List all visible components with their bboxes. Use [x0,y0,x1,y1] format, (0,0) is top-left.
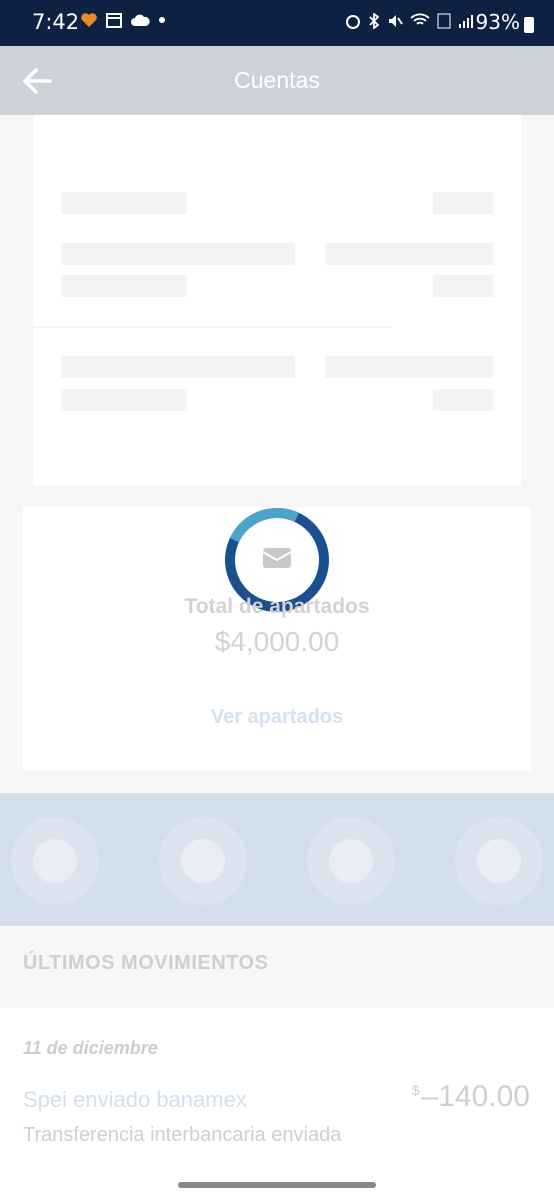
quick-action-button[interactable] [455,817,543,905]
skeleton-divider [33,326,391,328]
skeleton-line [433,192,493,214]
movements-title: ÚLTIMOS MOVIMIENTOS [23,952,269,974]
status-time: 7:42 [32,10,80,34]
signal-icon [459,15,473,28]
movement-title: Spei enviado banamex [23,1087,247,1112]
wifi-icon [410,13,430,25]
cloud-icon [131,14,150,26]
quick-action-icon [329,839,373,883]
dot-icon [159,17,165,23]
battery-icon [524,17,534,33]
savings-total-label: Total de apartados [184,595,370,618]
quick-action-button[interactable] [307,817,395,905]
status-bar: 7:42 93% [0,0,554,46]
volte-icon [437,13,451,29]
skeleton-line [325,243,493,265]
skeleton-line [433,275,493,297]
movement-subtitle: Transferencia interbancaria enviada [23,1124,342,1146]
heart-icon [81,13,97,27]
skeleton-line [61,356,295,378]
skeleton-line [433,389,493,411]
envelope-icon [262,548,292,568]
skeleton-line [61,389,187,411]
skeleton-line [325,356,493,378]
bluetooth-icon [369,13,380,29]
battery-percent: 93% [475,10,520,34]
movement-currency: $ [411,1082,420,1098]
quick-action-icon [33,839,77,883]
skeleton-line [61,243,295,265]
view-savings-link[interactable]: Ver apartados [0,706,554,729]
calendar-icon [106,13,122,28]
savings-total-amount: $4,000.00 [214,626,340,657]
movement-amount-value: –140.00 [421,1080,530,1113]
skeleton-line [61,192,187,214]
app-bar: Cuentas [0,46,554,115]
mute-icon [389,15,403,27]
skeleton-card [33,115,521,485]
home-indicator[interactable] [178,1182,376,1188]
page-title: Cuentas [234,67,320,93]
quick-action-button[interactable] [11,817,99,905]
skeleton-line [61,275,187,297]
quick-action-button[interactable] [159,817,247,905]
quick-action-icon [181,839,225,883]
movement-amount: $–140.00 [412,1080,530,1114]
movement-date: 11 de diciembre [23,1038,158,1058]
quick-action-icon [477,839,521,883]
alarm-icon [346,15,360,29]
